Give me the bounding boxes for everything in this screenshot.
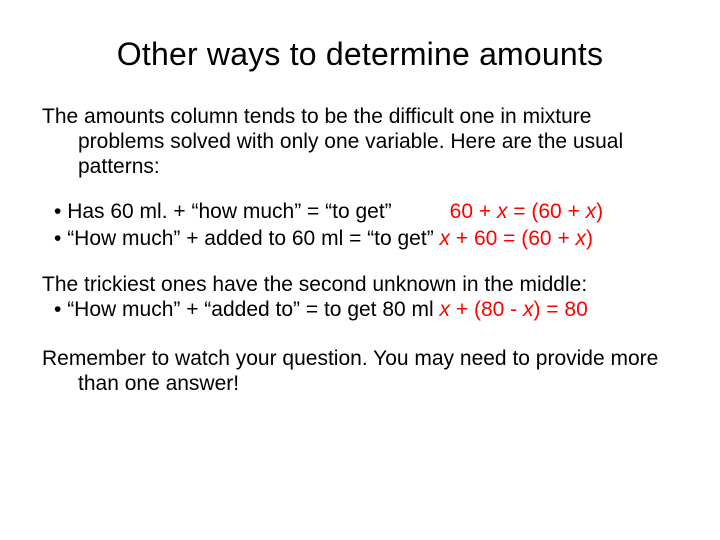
equation: 60 + x = (60 + x) [450, 200, 604, 223]
slide: Other ways to determine amounts The amou… [0, 0, 720, 540]
tricky-block: The trickiest ones have the second unkno… [42, 272, 678, 323]
equation: x + (80 - x) = 80 [440, 298, 588, 321]
equation: x + 60 = (60 + x) [440, 227, 594, 250]
bullet-text: Has 60 ml. + “how much” = “to get” [67, 200, 391, 223]
bullet-text: “How much” + “added to” = to get 80 ml [67, 298, 439, 321]
reminder-paragraph: Remember to watch your question. You may… [42, 347, 678, 397]
bullet-text: “How much” + added to 60 ml = “to get” [67, 227, 439, 250]
pattern-list: Has 60 ml. + “how much” = “to get” 60 + x… [42, 199, 678, 252]
slide-title: Other ways to determine amounts [42, 36, 678, 73]
intro-paragraph: The amounts column tends to be the diffi… [42, 105, 678, 179]
tricky-lead: The trickiest ones have the second unkno… [42, 272, 678, 298]
tricky-list: “How much” + “added to” = to get 80 ml x… [42, 297, 678, 323]
list-item: Has 60 ml. + “how much” = “to get” 60 + x… [42, 199, 678, 225]
list-item: “How much” + “added to” = to get 80 ml x… [42, 297, 678, 323]
list-item: “How much” + added to 60 ml = “to get” x… [42, 226, 678, 252]
